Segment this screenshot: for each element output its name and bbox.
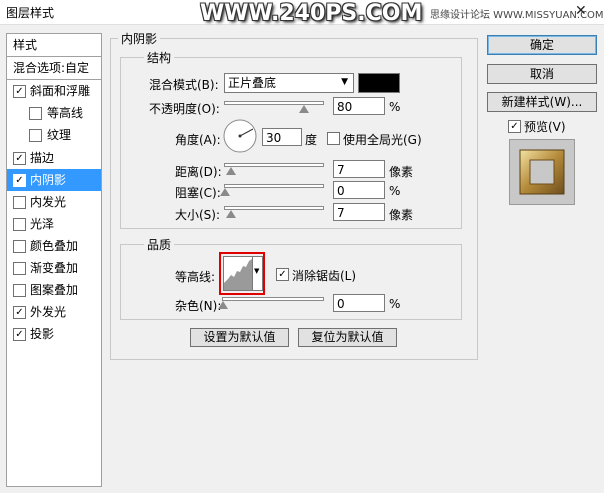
sidebar-item-contour[interactable]: 等高线 <box>7 102 101 124</box>
opacity-unit: % <box>389 100 401 114</box>
sidebar-item-label: 描边 <box>30 151 55 165</box>
contour-curve-icon <box>224 259 252 290</box>
sidebar-item-label: 外发光 <box>30 305 67 319</box>
shadow-color-swatch[interactable] <box>358 73 400 93</box>
chevron-down-icon: ▼ <box>254 267 260 275</box>
close-icon[interactable]: ✕ <box>575 3 587 19</box>
angle-dial-icon[interactable] <box>222 118 258 154</box>
sidebar-item-label: 颜色叠加 <box>30 239 79 253</box>
contour-checkbox[interactable] <box>29 107 42 120</box>
noise-unit: % <box>389 297 401 311</box>
distance-unit: 像素 <box>389 165 414 179</box>
antialias-checkbox[interactable]: ✓ <box>276 268 289 281</box>
sidebar-item-inner-glow[interactable]: 内发光 <box>7 191 101 213</box>
opacity-slider[interactable] <box>224 101 324 105</box>
choke-unit: % <box>389 184 401 198</box>
global-light-checkbox[interactable] <box>327 132 340 145</box>
sidebar-item-label: 投影 <box>30 327 55 341</box>
sidebar-item-label: 纹理 <box>47 128 72 142</box>
contour-preview[interactable] <box>223 256 253 291</box>
size-slider-thumb[interactable] <box>226 210 236 218</box>
texture-checkbox[interactable] <box>29 129 42 142</box>
sidebar-item-satin[interactable]: 光泽 <box>7 213 101 235</box>
frame-preview-icon <box>519 149 565 195</box>
sidebar-item-color-overlay[interactable]: 颜色叠加 <box>7 235 101 257</box>
sidebar-item-blend-options[interactable]: 混合选项:自定 <box>7 57 101 79</box>
bevel-checkbox[interactable]: ✓ <box>13 85 26 98</box>
choke-slider-thumb[interactable] <box>220 188 230 196</box>
preview-label: 预览(V) <box>524 120 566 134</box>
section-title: 内阴影 <box>118 30 161 47</box>
size-unit: 像素 <box>389 208 414 222</box>
style-preview-thumbnail <box>509 139 575 205</box>
choke-slider[interactable] <box>224 184 324 188</box>
size-slider[interactable] <box>224 206 324 210</box>
antialias-label: 消除锯齿(L) <box>292 269 357 283</box>
size-input[interactable]: 7 <box>333 203 385 221</box>
color-overlay-checkbox[interactable] <box>13 240 26 253</box>
reset-default-button[interactable]: 复位为默认值 <box>298 328 397 347</box>
chevron-down-icon: ▼ <box>341 77 348 87</box>
noise-slider-thumb[interactable] <box>218 301 228 309</box>
sidebar-item-texture[interactable]: 纹理 <box>7 124 101 146</box>
noise-label: 杂色(N): <box>175 299 222 313</box>
quality-group <box>120 244 462 320</box>
global-light-label: 使用全局光(G) <box>343 133 422 147</box>
sidebar-item-bevel-emboss[interactable]: ✓ 斜面和浮雕 <box>7 80 101 102</box>
sidebar-item-label: 内阴影 <box>30 173 67 187</box>
angle-input[interactable]: 30 <box>262 128 302 146</box>
sidebar-item-label: 等高线 <box>47 106 84 120</box>
angle-unit: 度 <box>305 133 318 147</box>
inner-shadow-checkbox[interactable]: ✓ <box>13 174 26 187</box>
opacity-slider-thumb[interactable] <box>299 105 309 113</box>
quality-title: 品质 <box>144 236 175 253</box>
sidebar-item-inner-shadow[interactable]: ✓ 内阴影 <box>7 169 101 191</box>
choke-input[interactable]: 0 <box>333 181 385 199</box>
sidebar-item-drop-shadow[interactable]: ✓ 投影 <box>7 323 101 345</box>
preview-checkbox[interactable]: ✓ <box>508 120 521 133</box>
watermark: WWW.240PS.COM <box>200 1 423 26</box>
blend-mode-select[interactable]: 正片叠底 ▼ <box>224 73 354 93</box>
drop-shadow-checkbox[interactable]: ✓ <box>13 328 26 341</box>
choke-label: 阻塞(C): <box>175 186 221 200</box>
distance-slider[interactable] <box>224 163 324 167</box>
noise-input[interactable]: 0 <box>333 294 385 312</box>
inner-glow-checkbox[interactable] <box>13 196 26 209</box>
angle-label: 角度(A): <box>175 133 221 147</box>
sidebar-item-gradient-overlay[interactable]: 渐变叠加 <box>7 257 101 279</box>
distance-input[interactable]: 7 <box>333 160 385 178</box>
sidebar-item-pattern-overlay[interactable]: 图案叠加 <box>7 279 101 301</box>
new-style-button[interactable]: 新建样式(W)... <box>487 92 597 112</box>
cancel-button[interactable]: 取消 <box>487 64 597 84</box>
distance-slider-thumb[interactable] <box>226 167 236 175</box>
distance-label: 距离(D): <box>175 165 222 179</box>
contour-label: 等高线: <box>175 270 216 284</box>
contour-dropdown[interactable]: ▼ <box>253 256 263 291</box>
pattern-overlay-checkbox[interactable] <box>13 284 26 297</box>
satin-checkbox[interactable] <box>13 218 26 231</box>
set-default-button[interactable]: 设置为默认值 <box>190 328 289 347</box>
sidebar-item-label: 光泽 <box>30 217 55 231</box>
structure-title: 结构 <box>144 49 175 66</box>
gradient-overlay-checkbox[interactable] <box>13 262 26 275</box>
opacity-label: 不透明度(O): <box>149 102 220 116</box>
opacity-input[interactable]: 80 <box>333 97 385 115</box>
sidebar-item-outer-glow[interactable]: ✓ 外发光 <box>7 301 101 323</box>
stroke-checkbox[interactable]: ✓ <box>13 152 26 165</box>
noise-slider[interactable] <box>222 297 324 301</box>
sidebar-header[interactable]: 样式 <box>7 34 101 56</box>
sidebar-item-label: 斜面和浮雕 <box>30 84 91 98</box>
blend-mode-value: 正片叠底 <box>228 76 277 90</box>
size-label: 大小(S): <box>175 208 221 222</box>
window-title: 图层样式 <box>6 6 55 20</box>
sidebar-item-stroke[interactable]: ✓ 描边 <box>7 147 101 169</box>
blend-mode-label: 混合模式(B): <box>149 78 219 92</box>
ok-button[interactable]: 确定 <box>487 35 597 55</box>
sidebar-item-label: 渐变叠加 <box>30 261 79 275</box>
sidebar-item-label: 内发光 <box>30 195 67 209</box>
styles-sidebar: 样式 混合选项:自定 ✓ 斜面和浮雕 等高线 纹理 ✓ 描边 ✓ 内阴影 内发光… <box>6 33 102 487</box>
outer-glow-checkbox[interactable]: ✓ <box>13 306 26 319</box>
sidebar-item-label: 图案叠加 <box>30 283 79 297</box>
